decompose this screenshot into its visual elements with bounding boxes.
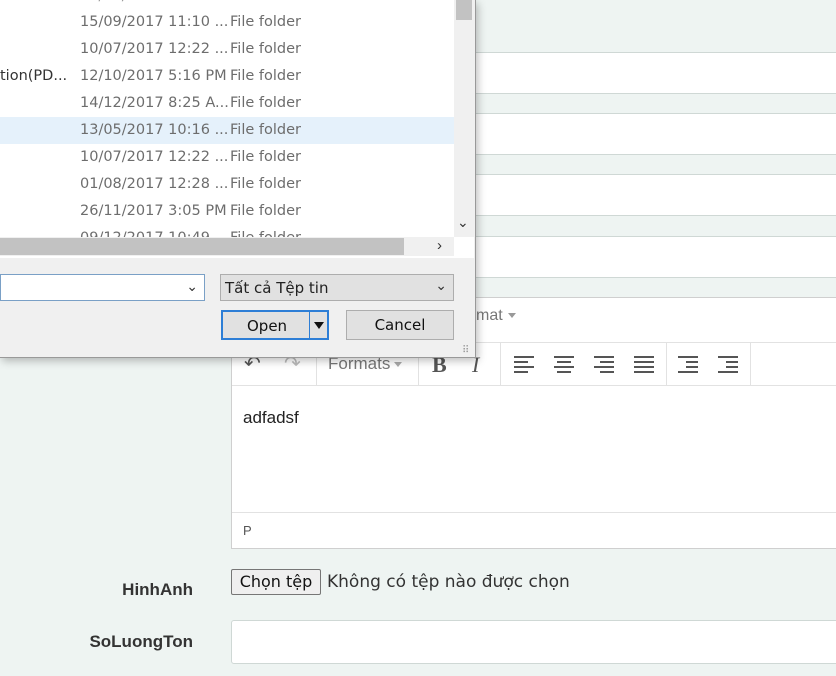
file-date: 01/08/2017 12:28 ...: [80, 176, 229, 192]
chevron-down-icon: [507, 313, 516, 319]
file-type-value: Tất cả Tệp tin: [225, 279, 329, 297]
chevron-right-icon[interactable]: ›: [437, 237, 442, 254]
editor-statusbar: P: [232, 512, 836, 550]
horizontal-scrollbar[interactable]: ›: [0, 237, 454, 256]
file-date: 10/07/2017 12:22 ...: [80, 149, 229, 165]
choose-file-button[interactable]: Chọn tệp: [231, 569, 321, 595]
file-type: File folder: [230, 41, 301, 57]
align-justify-icon[interactable]: [634, 356, 654, 374]
no-file-chosen-text: Không có tệp nào được chọn: [327, 572, 570, 592]
open-dropdown-toggle[interactable]: [309, 312, 328, 338]
outdent-icon[interactable]: [678, 356, 698, 374]
open-button-label: Open: [247, 317, 288, 335]
toolbar-divider: [500, 343, 501, 385]
file-name-input[interactable]: ⌄: [0, 274, 205, 301]
toolbar-divider: [750, 343, 751, 385]
resize-grip-icon[interactable]: ⠿: [462, 345, 469, 356]
file-type: File folder: [230, 149, 301, 165]
toolbar-divider: [666, 343, 667, 385]
editor-content[interactable]: adfadsf: [243, 408, 299, 428]
soluongton-label: SoLuongTon: [89, 632, 193, 651]
list-item[interactable]: tion(PD... 12/10/2017 5:16 PM File folder: [0, 63, 454, 90]
element-path[interactable]: P: [243, 523, 252, 538]
list-item[interactable]: 15/09/2017 11:10 ... File folder: [0, 9, 454, 36]
indent-icon[interactable]: [718, 356, 738, 374]
align-center-icon[interactable]: [554, 356, 574, 374]
file-list[interactable]: 15/10/2017 10:55 ...File folder 15/09/20…: [0, 0, 474, 258]
scroll-thumb[interactable]: [456, 0, 472, 20]
file-type: File folder: [230, 95, 301, 111]
cancel-button[interactable]: Cancel: [346, 310, 454, 340]
list-item[interactable]: 26/11/2017 3:05 PM File folder: [0, 198, 454, 225]
list-item[interactable]: 10/07/2017 12:22 ... File folder: [0, 36, 454, 63]
file-name: tion(PD...: [0, 68, 68, 84]
list-item[interactable]: 09/12/2017 10:49 ...File folder: [0, 225, 454, 237]
form-field-3[interactable]: [476, 174, 836, 216]
file-open-dialog: 15/10/2017 10:55 ...File folder 15/09/20…: [0, 0, 476, 358]
chevron-down-icon: [394, 362, 403, 368]
file-date: 13/05/2017 10:16 ...: [80, 122, 229, 138]
list-item[interactable]: 01/08/2017 12:28 ... File folder: [0, 171, 454, 198]
file-date: 14/12/2017 8:25 A...: [80, 95, 229, 111]
vertical-scrollbar[interactable]: ⌄: [454, 0, 474, 237]
form-field-1[interactable]: [476, 52, 836, 94]
file-date: 12/10/2017 5:16 PM: [80, 68, 227, 84]
caret-down-icon: [314, 322, 324, 329]
chevron-down-icon: ⌄: [435, 278, 447, 294]
form-field-2[interactable]: [476, 113, 836, 155]
list-item[interactable]: 13/05/2017 10:16 ... File folder: [0, 117, 454, 144]
hinhanh-label: HinhAnh: [122, 580, 193, 599]
file-type: File folder: [230, 68, 301, 84]
file-type-select[interactable]: Tất cả Tệp tin ⌄: [220, 274, 454, 301]
list-item[interactable]: 14/12/2017 8:25 A... File folder: [0, 90, 454, 117]
align-left-icon[interactable]: [514, 356, 534, 374]
file-date: 26/11/2017 3:05 PM: [80, 203, 227, 219]
align-right-icon[interactable]: [594, 356, 614, 374]
file-type: File folder: [230, 203, 301, 219]
file-date: 10/07/2017 12:22 ...: [80, 41, 229, 57]
file-type: File folder: [230, 176, 301, 192]
file-date: 15/09/2017 11:10 ...: [80, 14, 229, 30]
file-type: File folder: [230, 122, 301, 138]
open-button[interactable]: Open: [221, 310, 329, 340]
format-menu[interactable]: mat: [476, 307, 516, 325]
soluongton-input[interactable]: [231, 620, 836, 664]
scroll-thumb[interactable]: [0, 238, 404, 255]
file-type: File folder: [230, 14, 301, 30]
list-item[interactable]: 10/07/2017 12:22 ... File folder: [0, 144, 454, 171]
form-field-4[interactable]: [476, 236, 836, 278]
chevron-down-icon[interactable]: ⌄: [186, 278, 198, 295]
chevron-down-icon[interactable]: ⌄: [457, 214, 469, 231]
format-menu-label: mat: [476, 307, 503, 324]
